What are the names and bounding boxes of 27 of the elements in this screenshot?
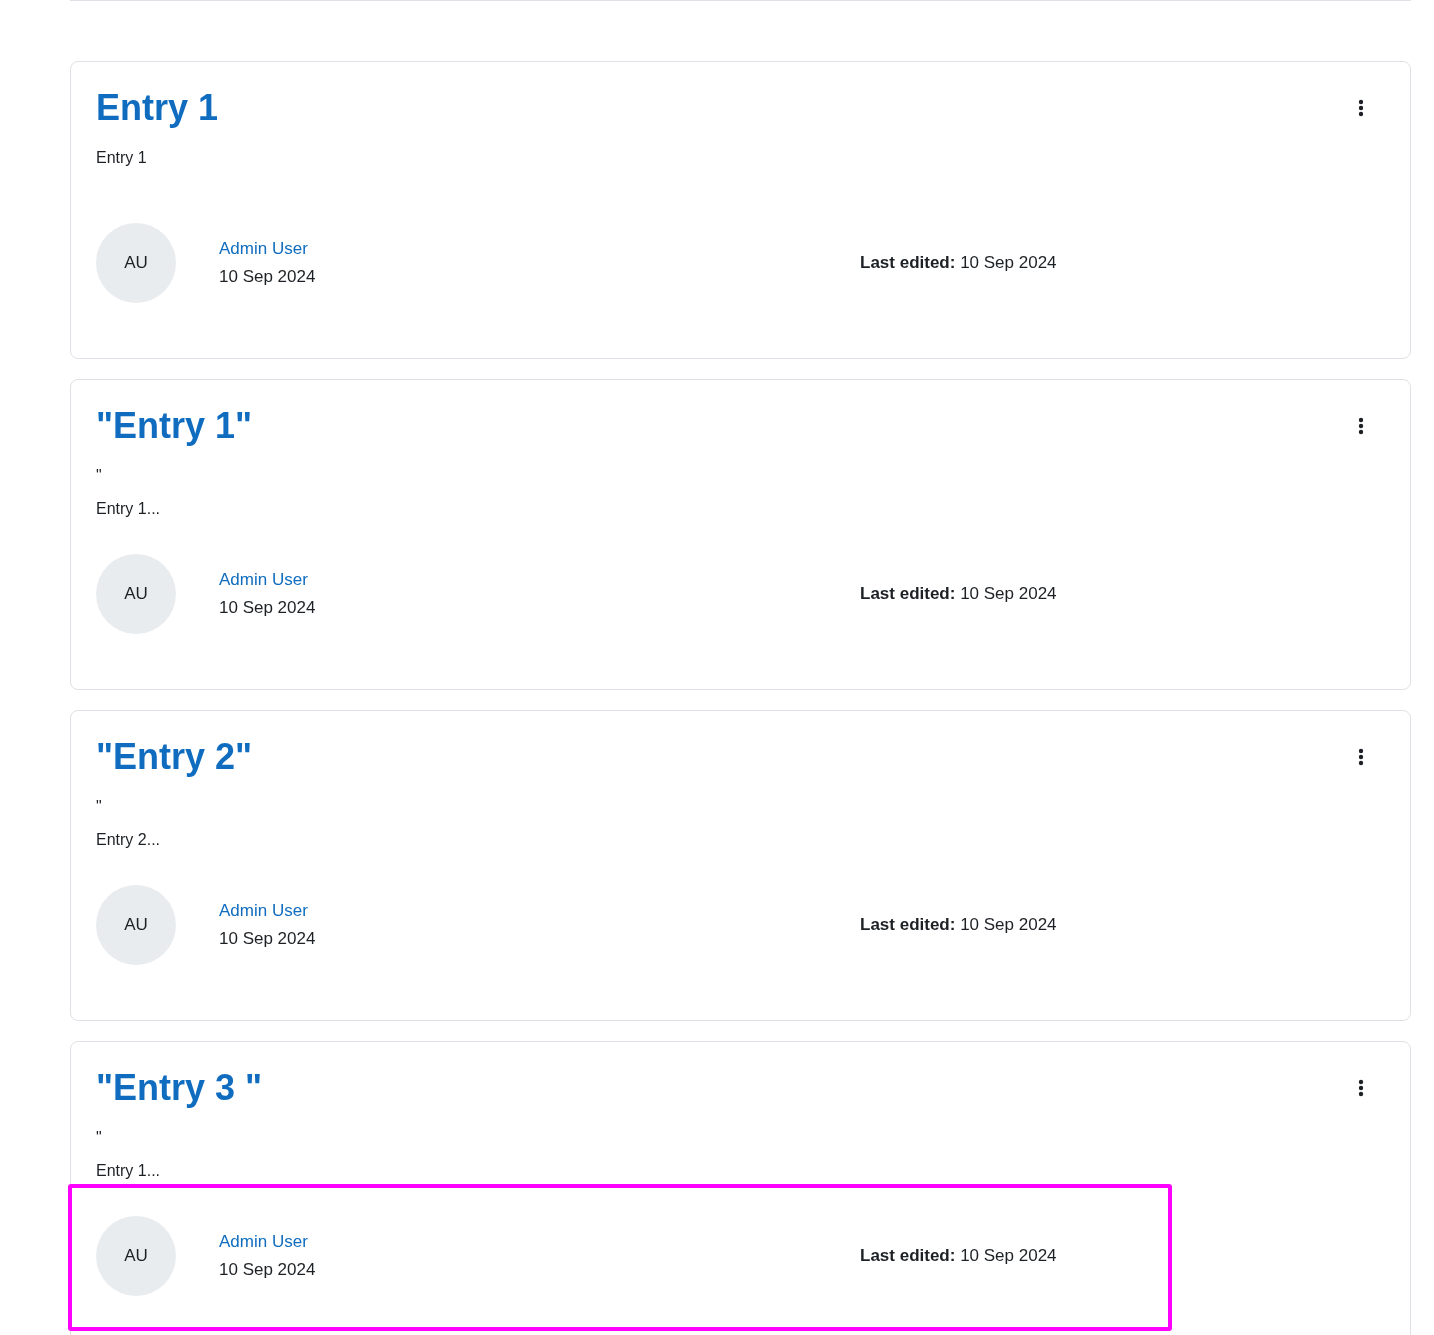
entry-excerpt: " <box>96 797 103 817</box>
author-link[interactable]: Admin User <box>219 1228 316 1256</box>
entry-excerpt: " <box>96 466 103 486</box>
author-link[interactable]: Admin User <box>219 235 316 263</box>
entry-date: 10 Sep 2024 <box>219 1259 316 1281</box>
entry-title[interactable]: "Entry 3 " <box>96 1066 263 1109</box>
entry-excerpt: Entry 1... <box>96 1161 162 1181</box>
last-edited-text: Last edited: 10 Sep 2024 <box>860 253 1057 273</box>
user-avatar: AU <box>96 554 176 634</box>
entry-excerpt: " <box>96 1128 103 1148</box>
author-link[interactable]: Admin User <box>219 897 316 925</box>
entry-excerpt: Entry 2... <box>96 830 162 850</box>
entry-title[interactable]: "Entry 2" <box>96 735 253 778</box>
user-avatar: AU <box>96 885 176 965</box>
entry-date: 10 Sep 2024 <box>219 928 316 950</box>
entry-excerpt: Entry 1... <box>96 499 162 519</box>
author-link[interactable]: Admin User <box>219 566 316 594</box>
entry-title[interactable]: Entry 1 <box>96 86 219 129</box>
last-edited-text: Last edited: 10 Sep 2024 <box>860 1246 1057 1266</box>
user-avatar: AU <box>96 223 176 303</box>
last-edited-text: Last edited: 10 Sep 2024 <box>860 915 1057 935</box>
last-edited-text: Last edited: 10 Sep 2024 <box>860 584 1057 604</box>
entry-date: 10 Sep 2024 <box>219 597 316 619</box>
entry-excerpt: Entry 1 <box>96 148 148 168</box>
user-avatar: AU <box>96 1216 176 1296</box>
entry-date: 10 Sep 2024 <box>219 266 316 288</box>
entry-title[interactable]: "Entry 1" <box>96 404 253 447</box>
